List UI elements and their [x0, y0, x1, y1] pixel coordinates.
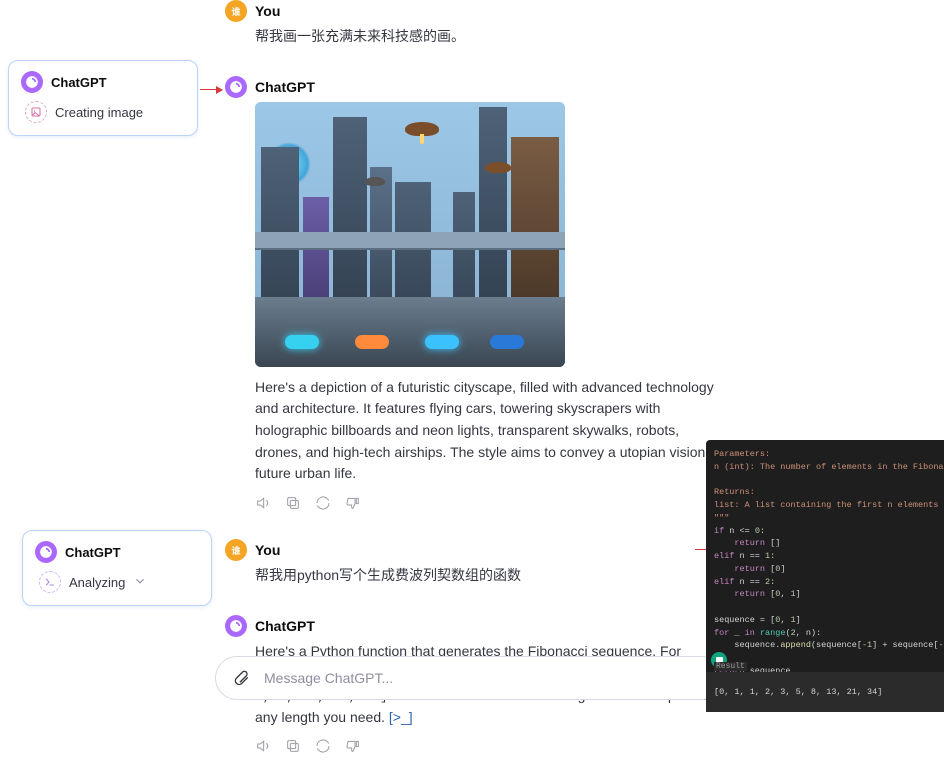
user-avatar-icon: 谁 — [225, 539, 247, 561]
assistant-message: ChatGPT Here's a depiction of a futurist… — [225, 76, 725, 511]
regenerate-button[interactable] — [315, 738, 331, 754]
chatgpt-avatar-icon — [225, 615, 247, 637]
callout-title: ChatGPT — [51, 75, 107, 90]
read-aloud-button[interactable] — [255, 495, 271, 511]
view-code-link[interactable]: [>_] — [389, 709, 413, 725]
sender-label: You — [255, 542, 280, 558]
user-message: 谁 You 帮我画一张充满未来科技感的画。 — [225, 0, 725, 48]
callout-status: Creating image — [55, 105, 143, 120]
message-actions — [255, 495, 725, 511]
callout-title: ChatGPT — [65, 545, 121, 560]
message-composer[interactable] — [215, 656, 725, 700]
code-output-panel: Parameters: n (int): The number of eleme… — [706, 440, 944, 712]
chevron-down-icon[interactable] — [133, 574, 147, 591]
sender-label: ChatGPT — [255, 618, 315, 634]
code-result: Result [0, 1, 1, 2, 3, 5, 8, 13, 21, 34] — [706, 672, 944, 712]
result-text: [0, 1, 1, 2, 3, 5, 8, 13, 21, 34] — [714, 686, 936, 699]
message-text: 帮我用python写个生成费波列契数组的函数 — [255, 565, 725, 587]
result-label: Result — [714, 662, 747, 671]
user-message: 谁 You 帮我用python写个生成费波列契数组的函数 — [225, 539, 725, 587]
user-avatar-icon: 谁 — [225, 0, 247, 22]
callout-status: Analyzing — [69, 575, 125, 590]
image-gen-icon — [25, 101, 47, 123]
message-text: 帮我画一张充满未来科技感的画。 — [255, 26, 725, 48]
read-aloud-button[interactable] — [255, 738, 271, 754]
status-callout-image: ChatGPT Creating image — [8, 60, 198, 136]
sender-label: You — [255, 3, 280, 19]
status-callout-analyzing: ChatGPT Analyzing — [22, 530, 212, 606]
chatgpt-avatar-icon — [21, 71, 43, 93]
message-text: Here's a depiction of a futuristic citys… — [255, 377, 725, 485]
attach-icon[interactable] — [232, 668, 250, 689]
message-actions — [255, 738, 725, 754]
message-input[interactable] — [262, 669, 708, 687]
sender-label: ChatGPT — [255, 79, 315, 95]
terminal-icon — [39, 571, 61, 593]
chatgpt-avatar-icon — [225, 76, 247, 98]
generated-image[interactable] — [255, 102, 565, 367]
regenerate-button[interactable] — [315, 495, 331, 511]
annotation-arrow — [200, 89, 222, 90]
copy-button[interactable] — [285, 495, 301, 511]
dislike-button[interactable] — [345, 495, 361, 511]
copy-button[interactable] — [285, 738, 301, 754]
dislike-button[interactable] — [345, 738, 361, 754]
chatgpt-avatar-icon — [35, 541, 57, 563]
